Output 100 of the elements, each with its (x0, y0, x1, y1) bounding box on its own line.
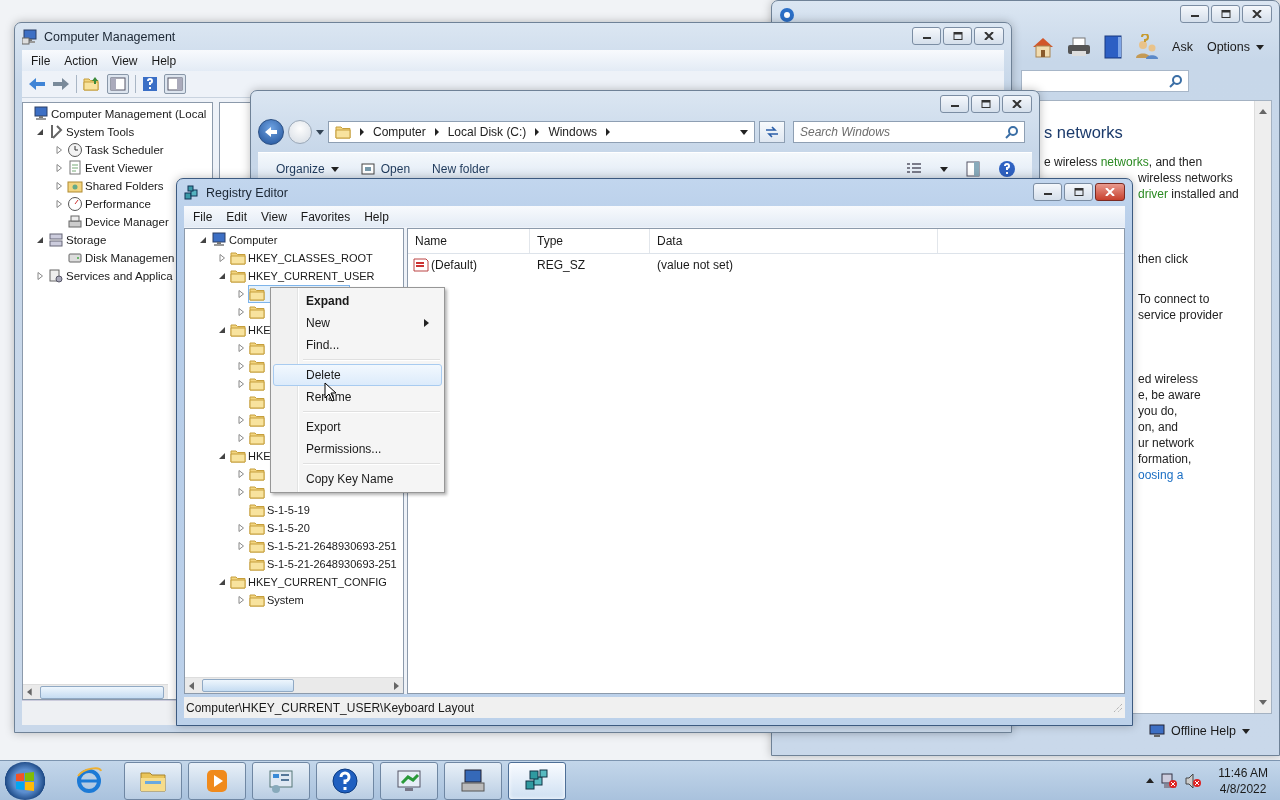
expand-arrow-icon[interactable] (54, 199, 64, 209)
tree-item[interactable]: Task Scheduler (85, 144, 164, 156)
close-button[interactable] (1095, 183, 1125, 201)
breadcrumb-item[interactable]: Local Disk (C:) (447, 125, 527, 139)
menu-item[interactable]: Edit (219, 209, 255, 224)
search-field[interactable] (1021, 70, 1189, 92)
collapse-arrow-icon[interactable] (217, 325, 227, 335)
minimize-button[interactable] (940, 95, 969, 113)
maximize-button[interactable] (1064, 183, 1093, 201)
expand-arrow-icon[interactable] (236, 523, 246, 533)
resize-grip-icon[interactable] (1113, 702, 1123, 713)
menu-item[interactable]: Delete (273, 364, 442, 386)
printer-icon[interactable] (1066, 35, 1093, 59)
collapse-arrow-icon[interactable] (217, 451, 227, 461)
menu-item[interactable]: Help (357, 209, 396, 224)
menu-item[interactable]: File (186, 209, 220, 224)
caret-icon[interactable] (740, 129, 748, 135)
tree-item[interactable]: S-1-5-19 (267, 504, 310, 516)
collapse-arrow-icon[interactable] (198, 235, 208, 245)
horizontal-scrollbar[interactable] (23, 684, 168, 699)
help-icon[interactable] (142, 76, 158, 92)
start-button[interactable] (4, 761, 46, 800)
caret-icon[interactable] (316, 129, 324, 135)
menu-item[interactable]: Export (273, 416, 442, 438)
tree-item[interactable]: HKEY_CLASSES_ROOT (248, 252, 373, 264)
expand-arrow-icon[interactable] (236, 379, 246, 389)
scroll-thumb[interactable] (39, 685, 164, 699)
refresh-button[interactable] (759, 121, 785, 143)
expand-arrow-icon[interactable] (236, 595, 246, 605)
expand-arrow-icon[interactable] (54, 163, 64, 173)
tree-item[interactable]: HKEY_CURRENT_CONFIG (248, 576, 387, 588)
expand-arrow-icon[interactable] (236, 487, 246, 497)
pane-toggle-button[interactable] (107, 74, 129, 94)
link[interactable]: networks (1100, 155, 1149, 169)
offline-help-button[interactable]: Offline Help (1146, 722, 1252, 740)
tree-item[interactable]: S-1-5-21-2648930693-251 (267, 540, 397, 552)
menu-item[interactable]: File (24, 53, 58, 68)
taskbar-button[interactable] (444, 761, 502, 800)
tree-item[interactable]: Services and Applica (66, 270, 173, 282)
people-question-icon[interactable] (1134, 34, 1161, 60)
preview-pane-icon[interactable] (966, 161, 980, 177)
expand-arrow-icon[interactable] (217, 253, 227, 263)
chevron-icon[interactable] (605, 128, 612, 136)
clock[interactable]: 11:46 AM 4/8/2022 (1214, 764, 1272, 797)
expand-arrow-icon[interactable] (236, 469, 246, 479)
tree-item[interactable]: Event Viewer (85, 162, 153, 174)
toolbar-button[interactable]: New folder (430, 160, 492, 178)
tree-item[interactable]: S-1-5-20 (267, 522, 310, 534)
tree-item[interactable]: System Tools (66, 126, 135, 138)
tree-item[interactable]: HKE (248, 450, 271, 462)
vertical-scrollbar[interactable] (1254, 101, 1271, 713)
maximize-button[interactable] (1211, 5, 1240, 23)
scroll-left-icon[interactable] (27, 688, 32, 696)
pane-toggle-button[interactable] (164, 74, 186, 94)
collapse-arrow-icon[interactable] (35, 235, 45, 245)
tree-item[interactable]: S-1-5-21-2648930693-251 (267, 558, 397, 570)
show-hidden-icons-icon[interactable] (1146, 778, 1155, 783)
column-header[interactable]: Name (408, 229, 530, 253)
collapse-arrow-icon[interactable] (35, 127, 45, 137)
speaker-muted-icon[interactable] (1184, 771, 1203, 790)
menu-item[interactable]: New (273, 312, 442, 334)
minimize-button[interactable] (1180, 5, 1209, 23)
taskbar-button[interactable] (508, 761, 566, 800)
expand-arrow-icon[interactable] (54, 181, 64, 191)
expand-arrow-icon[interactable] (236, 343, 246, 353)
close-button[interactable] (974, 27, 1004, 45)
book-icon[interactable] (1102, 34, 1125, 60)
scroll-thumb[interactable] (202, 679, 294, 692)
organize-button[interactable]: Organize (274, 160, 341, 178)
minimize-button[interactable] (912, 27, 941, 45)
chevron-icon[interactable] (534, 128, 541, 136)
network-error-icon[interactable] (1160, 771, 1179, 790)
scroll-left-icon[interactable] (189, 681, 194, 690)
menu-item[interactable]: Expand (273, 290, 442, 312)
minimize-button[interactable] (1033, 183, 1062, 201)
view-icon[interactable] (906, 163, 922, 175)
tree-item[interactable]: Shared Folders (85, 180, 164, 192)
close-button[interactable] (1242, 5, 1272, 23)
expand-arrow-icon[interactable] (236, 361, 246, 371)
toolbar-button[interactable]: Open (358, 160, 413, 178)
expand-arrow-icon[interactable] (236, 415, 246, 425)
scroll-down-icon[interactable] (1259, 700, 1267, 705)
column-header[interactable]: Data (650, 229, 938, 253)
ask-button[interactable]: Ask (1170, 38, 1195, 56)
menu-item[interactable]: Copy Key Name (273, 468, 442, 490)
taskbar-button[interactable] (316, 761, 374, 800)
maximize-button[interactable] (971, 95, 1000, 113)
back-arrow-icon[interactable] (28, 77, 46, 91)
menu-item[interactable]: Help (144, 53, 184, 68)
tree-item[interactable]: Performance (85, 198, 151, 210)
tree-item[interactable]: HKE (248, 324, 271, 336)
help-icon[interactable] (998, 160, 1016, 178)
tree-item[interactable]: HKEY_CURRENT_USER (248, 270, 375, 282)
breadcrumb-item[interactable]: Windows (548, 125, 598, 139)
tree-item[interactable]: Storage (66, 234, 107, 246)
chevron-icon[interactable] (433, 128, 440, 136)
options-button[interactable]: Options (1204, 38, 1266, 56)
expand-arrow-icon[interactable] (54, 145, 64, 155)
tree-item[interactable]: Computer Management (Local (51, 108, 207, 120)
link[interactable]: oosing a (1138, 468, 1184, 482)
